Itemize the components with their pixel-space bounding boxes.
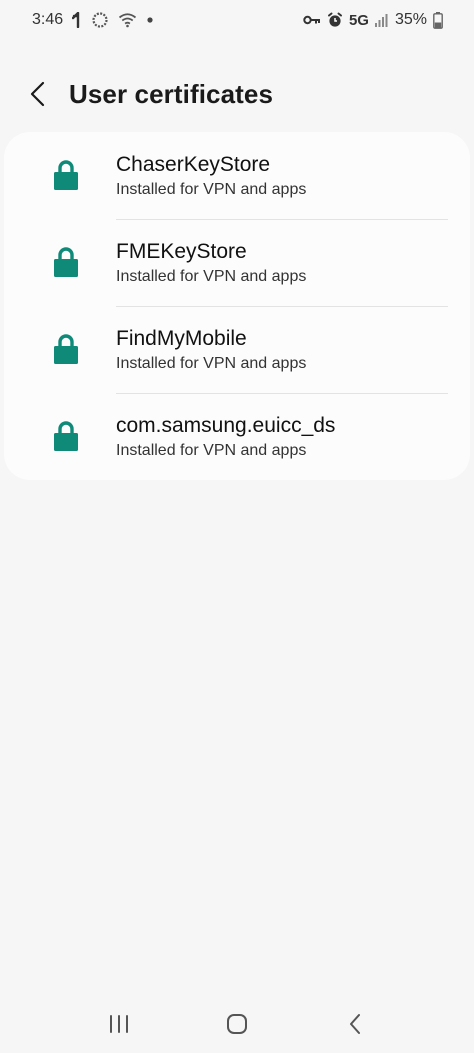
nav-back-button[interactable] <box>325 999 385 1049</box>
wifi-icon <box>118 12 137 28</box>
home-icon <box>227 1014 247 1034</box>
back-icon <box>350 1014 360 1034</box>
certificate-name: FMEKeyStore <box>116 240 247 263</box>
screen: 3:46 5G 35% User certificates ChaserKeyS… <box>0 0 474 1053</box>
status-bar: 3:46 5G 35% <box>0 0 474 40</box>
battery-icon <box>433 11 443 29</box>
lock-icon <box>54 247 78 277</box>
chevron-left-icon <box>30 81 45 107</box>
list-item[interactable]: com.samsung.euicc_ds Installed for VPN a… <box>4 393 470 480</box>
certificate-subtitle: Installed for VPN and apps <box>116 442 307 459</box>
certificate-name: FindMyMobile <box>116 327 247 350</box>
list-item[interactable]: FMEKeyStore Installed for VPN and apps <box>4 219 470 306</box>
navigation-bar <box>0 995 474 1053</box>
lock-icon <box>54 334 78 364</box>
notification-icon <box>72 12 82 28</box>
battery-percent: 35% <box>394 11 427 28</box>
certificate-list: ChaserKeyStore Installed for VPN and app… <box>4 132 470 480</box>
list-item[interactable]: ChaserKeyStore Installed for VPN and app… <box>4 132 470 219</box>
back-button[interactable] <box>10 66 66 122</box>
certificate-subtitle: Installed for VPN and apps <box>116 355 307 372</box>
sync-icon <box>91 11 109 29</box>
header: User certificates <box>0 66 474 122</box>
certificate-subtitle: Installed for VPN and apps <box>116 268 307 285</box>
certificate-subtitle: Installed for VPN and apps <box>116 181 307 198</box>
vpn-key-icon <box>303 14 321 26</box>
status-right: 5G 35% <box>303 11 443 29</box>
certificate-text: com.samsung.euicc_ds Installed for VPN a… <box>116 413 335 462</box>
home-button[interactable] <box>207 999 267 1049</box>
certificate-name: com.samsung.euicc_ds <box>116 414 336 437</box>
status-time: 3:46 <box>32 11 64 28</box>
lock-icon <box>54 160 78 190</box>
recents-button[interactable] <box>89 999 149 1049</box>
alarm-icon <box>327 12 343 28</box>
status-left: 3:46 <box>32 11 154 29</box>
dot-icon <box>146 16 154 24</box>
lock-icon <box>54 421 78 451</box>
network-type: 5G <box>348 11 369 29</box>
signal-icon <box>374 13 389 27</box>
page-title: User certificates <box>69 78 274 109</box>
list-item[interactable]: FindMyMobile Installed for VPN and apps <box>4 306 470 393</box>
certificate-text: FindMyMobile Installed for VPN and apps <box>116 326 306 375</box>
certificate-text: FMEKeyStore Installed for VPN and apps <box>116 239 306 288</box>
certificate-name: ChaserKeyStore <box>116 153 271 176</box>
recents-icon <box>110 1015 128 1033</box>
certificate-text: ChaserKeyStore Installed for VPN and app… <box>116 152 306 201</box>
